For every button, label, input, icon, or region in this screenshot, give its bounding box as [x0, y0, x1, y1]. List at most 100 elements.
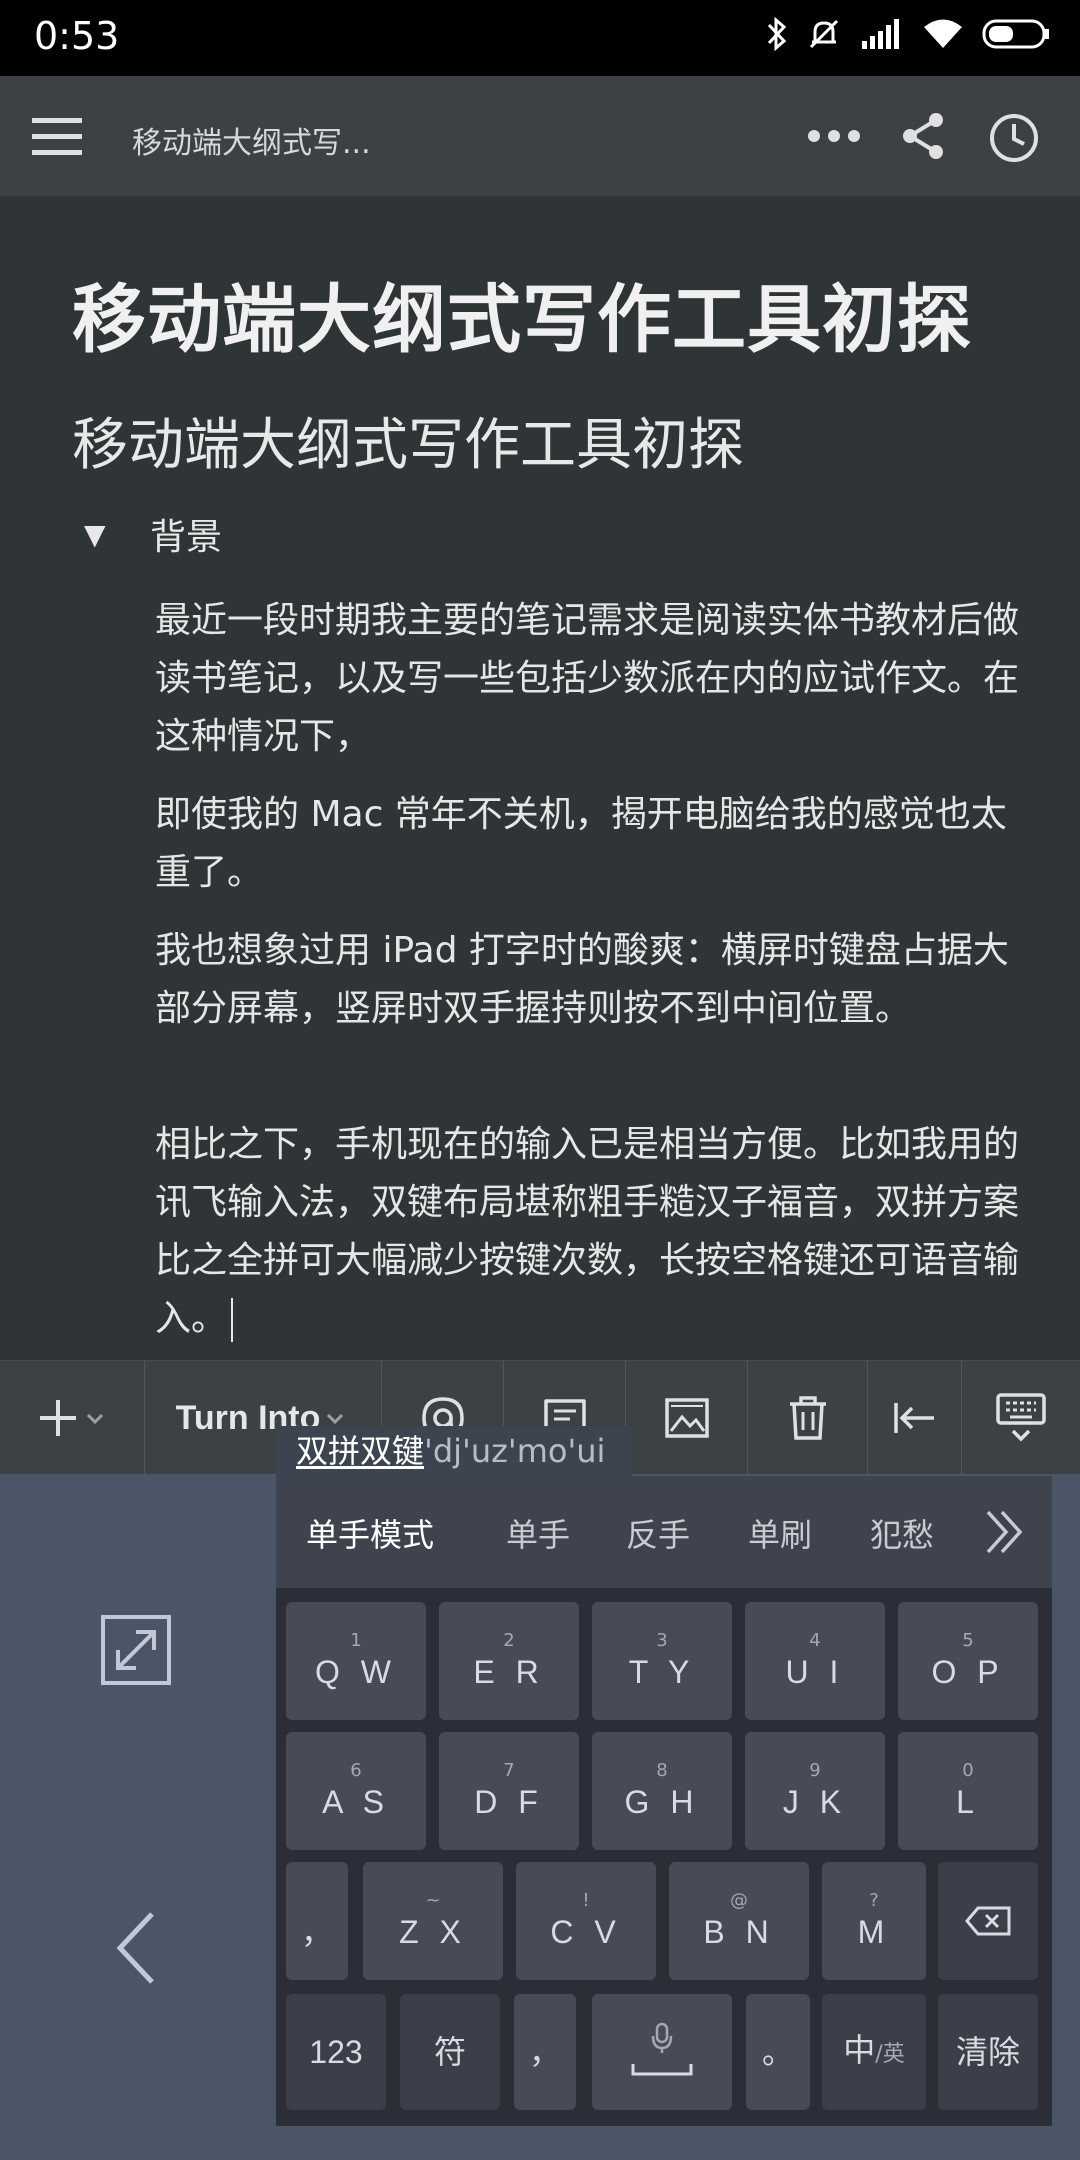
- document-heading[interactable]: 移动端大纲式写作工具初探: [72, 400, 744, 481]
- language-switch-label: 中/英: [843, 2030, 904, 2075]
- backspace-key[interactable]: [938, 1862, 1038, 1980]
- space-key[interactable]: [592, 1994, 732, 2110]
- key-m-label: M: [857, 1914, 891, 1950]
- key-op[interactable]: 5 O P: [898, 1602, 1038, 1720]
- candidate-3[interactable]: 反手: [626, 1510, 690, 1556]
- ime-composition: 双拼双键'dj'uz'mo'ui: [276, 1426, 632, 1476]
- paragraph-1[interactable]: 最近一段时期我主要的笔记需求是阅读实体书教材后做读书笔记，以及写一些包括少数派在…: [155, 592, 1025, 766]
- outdent-button[interactable]: [868, 1361, 962, 1475]
- key-as-label: A S: [322, 1784, 390, 1820]
- candidate-5[interactable]: 犯愁: [870, 1510, 934, 1556]
- move-keyboard-left-button[interactable]: [112, 1908, 160, 1988]
- key-er-label: E R: [473, 1654, 545, 1690]
- signal-icon: [860, 19, 904, 49]
- image-icon: [664, 1398, 709, 1438]
- document-body: 移动端大纲式写作工具初探 移动端大纲式写作工具初探 ▼ 背景 最近一段时期我主要…: [0, 196, 1080, 1360]
- key-zx-sup: ~: [425, 1890, 441, 1911]
- numbers-key[interactable]: 123: [286, 1994, 386, 2110]
- key-l[interactable]: 0L: [898, 1732, 1038, 1850]
- menu-button[interactable]: [30, 110, 86, 162]
- paragraph-4[interactable]: 相比之下，手机现在的输入已是相当方便。比如我用的讯飞输入法，双键布局堪称粗手糙汉…: [155, 1116, 1025, 1348]
- expand-keyboard-button[interactable]: [100, 1614, 172, 1686]
- key-as[interactable]: 6 A S: [286, 1732, 426, 1850]
- key-jk-label: J K: [782, 1784, 848, 1820]
- key-cv[interactable]: ! C V: [516, 1862, 656, 1980]
- key-ui-label: U I: [785, 1654, 845, 1690]
- key-er-sup: 2: [503, 1630, 515, 1651]
- period-key-label: 。: [761, 2033, 794, 2071]
- period-key[interactable]: 。: [746, 1994, 810, 2110]
- delete-button[interactable]: [748, 1361, 868, 1475]
- key-cv-sup: !: [582, 1890, 590, 1911]
- numbers-key-label: 123: [309, 2034, 363, 2070]
- key-gh-label: G H: [624, 1784, 700, 1820]
- status-bar: 0:53: [0, 0, 1080, 76]
- symbols-key[interactable]: 符: [400, 1994, 500, 2110]
- key-ui[interactable]: 4 U I: [745, 1602, 885, 1720]
- language-switch-key[interactable]: 中/英: [822, 1994, 926, 2110]
- candidate-2[interactable]: 单手: [506, 1510, 570, 1556]
- status-icons: [766, 16, 1050, 52]
- key-er[interactable]: 2 E R: [439, 1602, 579, 1720]
- language-main-label: 中: [843, 2030, 876, 2069]
- hide-keyboard-button[interactable]: [962, 1361, 1080, 1475]
- key-qw[interactable]: 1 Q W: [286, 1602, 426, 1720]
- clear-key-label: 清除: [955, 2033, 1020, 2071]
- key-bn[interactable]: @ B N: [669, 1862, 809, 1980]
- key-jk[interactable]: 9 J K: [745, 1732, 885, 1850]
- toggle-triangle-icon[interactable]: ▼: [84, 518, 150, 551]
- key-m-sup: ?: [869, 1890, 879, 1911]
- toggle-block: ▼ 背景: [84, 508, 222, 560]
- insert-image-button[interactable]: [626, 1361, 748, 1475]
- paragraph-2[interactable]: 即使我的 Mac 常年不关机，揭开电脑给我的感觉也太重了。: [155, 786, 1025, 902]
- document-title[interactable]: 移动端大纲式写作工具初探: [72, 260, 972, 367]
- key-qw-sup: 1: [350, 1630, 362, 1651]
- key-zx[interactable]: ~ Z X: [363, 1862, 503, 1980]
- candidate-1[interactable]: 单手模式: [306, 1510, 434, 1556]
- key-bn-label: B N: [703, 1914, 775, 1950]
- clear-key[interactable]: 清除: [938, 1994, 1038, 2110]
- more-dots-icon: [808, 130, 860, 142]
- key-op-sup: 5: [962, 1630, 974, 1651]
- outdent-icon: [893, 1403, 934, 1433]
- double-chevron-right-icon: [986, 1510, 1023, 1554]
- key-gh-sup: 8: [656, 1760, 668, 1781]
- app-bar: 移动端大纲式写...: [0, 76, 1080, 196]
- trash-icon: [789, 1396, 826, 1440]
- history-button[interactable]: [986, 110, 1042, 166]
- wifi-icon: [922, 18, 964, 50]
- comma-key-label: ，: [528, 2033, 561, 2071]
- comma-key[interactable]: ，: [514, 1994, 576, 2110]
- keyboard-hide-icon: [996, 1393, 1046, 1442]
- more-button[interactable]: [804, 110, 864, 162]
- key-l-sup: 0: [962, 1760, 974, 1781]
- key-op-label: O P: [931, 1654, 1005, 1690]
- more-candidates-button[interactable]: [982, 1506, 1026, 1558]
- key-apostrophe[interactable]: ，: [286, 1862, 348, 1980]
- key-ty-label: T Y: [628, 1654, 696, 1690]
- key-df[interactable]: 7 D F: [439, 1732, 579, 1850]
- toggle-label[interactable]: 背景: [150, 508, 222, 560]
- key-ui-sup: 4: [809, 1630, 821, 1651]
- candidate-bar: 单手模式 单手 反手 单刷 犯愁: [276, 1476, 1052, 1588]
- ime-keyboard: 单手模式 单手 反手 单刷 犯愁 1 Q W 2 E R 3 T Y 4 U I 5 O …: [276, 1476, 1052, 2126]
- text-cursor: [231, 1298, 234, 1342]
- add-block-button[interactable]: [0, 1361, 145, 1475]
- share-button[interactable]: [898, 110, 950, 162]
- hamburger-icon: [32, 118, 82, 155]
- key-m[interactable]: ? M: [822, 1862, 926, 1980]
- clock-icon: [990, 114, 1038, 162]
- key-qw-label: Q W: [315, 1654, 397, 1690]
- candidate-4[interactable]: 单刷: [748, 1510, 812, 1556]
- paragraph-3[interactable]: 我也想象过用 iPad 打字时的酸爽：横屏时键盘占据大部分屏幕，竖屏时双手握持则…: [155, 922, 1025, 1038]
- status-time: 0:53: [34, 14, 120, 58]
- key-as-sup: 6: [350, 1760, 362, 1781]
- key-ty-sup: 3: [656, 1630, 668, 1651]
- bluetooth-icon: [766, 16, 788, 52]
- page-title-breadcrumb[interactable]: 移动端大纲式写...: [132, 118, 371, 162]
- battery-icon: [982, 18, 1050, 50]
- key-ty[interactable]: 3 T Y: [592, 1602, 732, 1720]
- key-df-label: D F: [474, 1784, 544, 1820]
- key-gh[interactable]: 8 G H: [592, 1732, 732, 1850]
- key-jk-sup: 9: [809, 1760, 821, 1781]
